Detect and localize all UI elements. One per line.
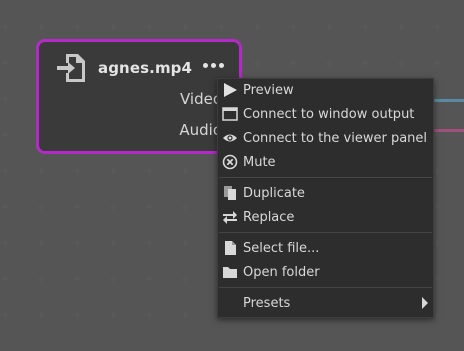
grid-marker <box>146 240 152 246</box>
menu-item-presets[interactable]: Presets <box>218 292 433 314</box>
grid-marker <box>326 60 332 66</box>
menu-item-label: Connect to window output <box>243 106 415 122</box>
grid-marker <box>74 276 80 282</box>
node-title: agnes.mp4 <box>98 59 193 77</box>
menu-separator <box>219 232 432 233</box>
window-icon <box>222 106 238 122</box>
menu-item-connect-window-output[interactable]: Connect to window output <box>218 103 433 125</box>
menu-item-open-folder[interactable]: Open folder <box>218 261 433 283</box>
grid-marker <box>398 24 404 30</box>
menu-item-select-file[interactable]: Select file... <box>218 237 433 259</box>
replace-icon <box>222 209 238 225</box>
grid-marker <box>2 60 8 66</box>
play-icon <box>222 82 238 98</box>
media-node[interactable]: agnes.mp4 Video Audio <box>36 39 242 154</box>
grid-marker <box>146 276 152 282</box>
grid-marker <box>38 240 44 246</box>
grid-marker <box>110 24 116 30</box>
grid-marker <box>146 24 152 30</box>
more-horizontal-icon[interactable] <box>199 56 227 74</box>
grid-marker <box>434 276 440 282</box>
grid-marker <box>362 24 368 30</box>
grid-marker <box>2 24 8 30</box>
grid-marker <box>182 240 188 246</box>
grid-marker <box>74 312 80 318</box>
menu-item-label: Mute <box>243 154 276 170</box>
grid-marker <box>110 240 116 246</box>
grid-marker <box>74 24 80 30</box>
grid-marker <box>290 60 296 66</box>
grid-marker <box>362 60 368 66</box>
grid-marker <box>254 24 260 30</box>
video-port-label[interactable]: Video <box>180 90 222 108</box>
menu-item-mute[interactable]: Mute <box>218 151 433 173</box>
menu-item-connect-viewer-panel[interactable]: Connect to the viewer panel <box>218 127 433 149</box>
menu-item-label: Preview <box>243 82 294 98</box>
grid-marker <box>110 312 116 318</box>
grid-marker <box>290 24 296 30</box>
grid-marker <box>398 60 404 66</box>
grid-marker <box>110 168 116 174</box>
grid-marker <box>2 132 8 138</box>
menu-separator <box>219 287 432 288</box>
grid-marker <box>74 168 80 174</box>
menu-item-duplicate[interactable]: Duplicate <box>218 182 433 204</box>
menu-item-replace[interactable]: Replace <box>218 206 433 228</box>
audio-port-label[interactable]: Audio <box>179 121 222 139</box>
grid-marker <box>38 24 44 30</box>
grid-marker <box>146 312 152 318</box>
grid-marker <box>434 168 440 174</box>
grid-marker <box>434 60 440 66</box>
grid-marker <box>74 204 80 210</box>
menu-separator <box>219 177 432 178</box>
file-import-icon <box>57 54 85 82</box>
grid-marker <box>2 276 8 282</box>
grid-marker <box>38 204 44 210</box>
grid-marker <box>110 204 116 210</box>
grid-marker <box>2 168 8 174</box>
grid-marker <box>38 312 44 318</box>
grid-marker <box>218 24 224 30</box>
chevron-right-icon <box>422 297 428 309</box>
duplicate-icon <box>222 185 238 201</box>
menu-item-label: Select file... <box>243 240 320 256</box>
grid-marker <box>182 24 188 30</box>
grid-marker <box>182 204 188 210</box>
grid-marker <box>434 204 440 210</box>
grid-marker <box>434 312 440 318</box>
audio-connection-wire <box>430 129 464 132</box>
menu-item-label: Presets <box>243 295 291 311</box>
menu-item-label: Duplicate <box>243 185 305 201</box>
eye-icon <box>222 130 238 146</box>
grid-marker <box>254 60 260 66</box>
grid-marker <box>74 240 80 246</box>
grid-marker <box>38 276 44 282</box>
grid-marker <box>2 96 8 102</box>
menu-item-label: Open folder <box>243 264 320 280</box>
grid-marker <box>2 312 8 318</box>
file-icon <box>222 240 238 256</box>
mute-icon <box>222 154 238 170</box>
grid-marker <box>2 240 8 246</box>
grid-marker <box>146 204 152 210</box>
grid-marker <box>110 276 116 282</box>
menu-item-preview[interactable]: Preview <box>218 79 433 101</box>
folder-icon <box>222 264 238 280</box>
grid-marker <box>182 168 188 174</box>
grid-marker <box>2 204 8 210</box>
grid-marker <box>182 276 188 282</box>
node-context-menu: Preview Connect to window output Connect… <box>217 78 434 318</box>
grid-marker <box>326 24 332 30</box>
video-connection-wire <box>430 99 464 102</box>
grid-marker <box>146 168 152 174</box>
menu-item-label: Connect to the viewer panel <box>243 130 428 146</box>
grid-marker <box>434 24 440 30</box>
grid-marker <box>434 240 440 246</box>
grid-marker <box>434 132 440 138</box>
grid-marker <box>182 312 188 318</box>
menu-item-label: Replace <box>243 209 295 225</box>
grid-marker <box>38 168 44 174</box>
